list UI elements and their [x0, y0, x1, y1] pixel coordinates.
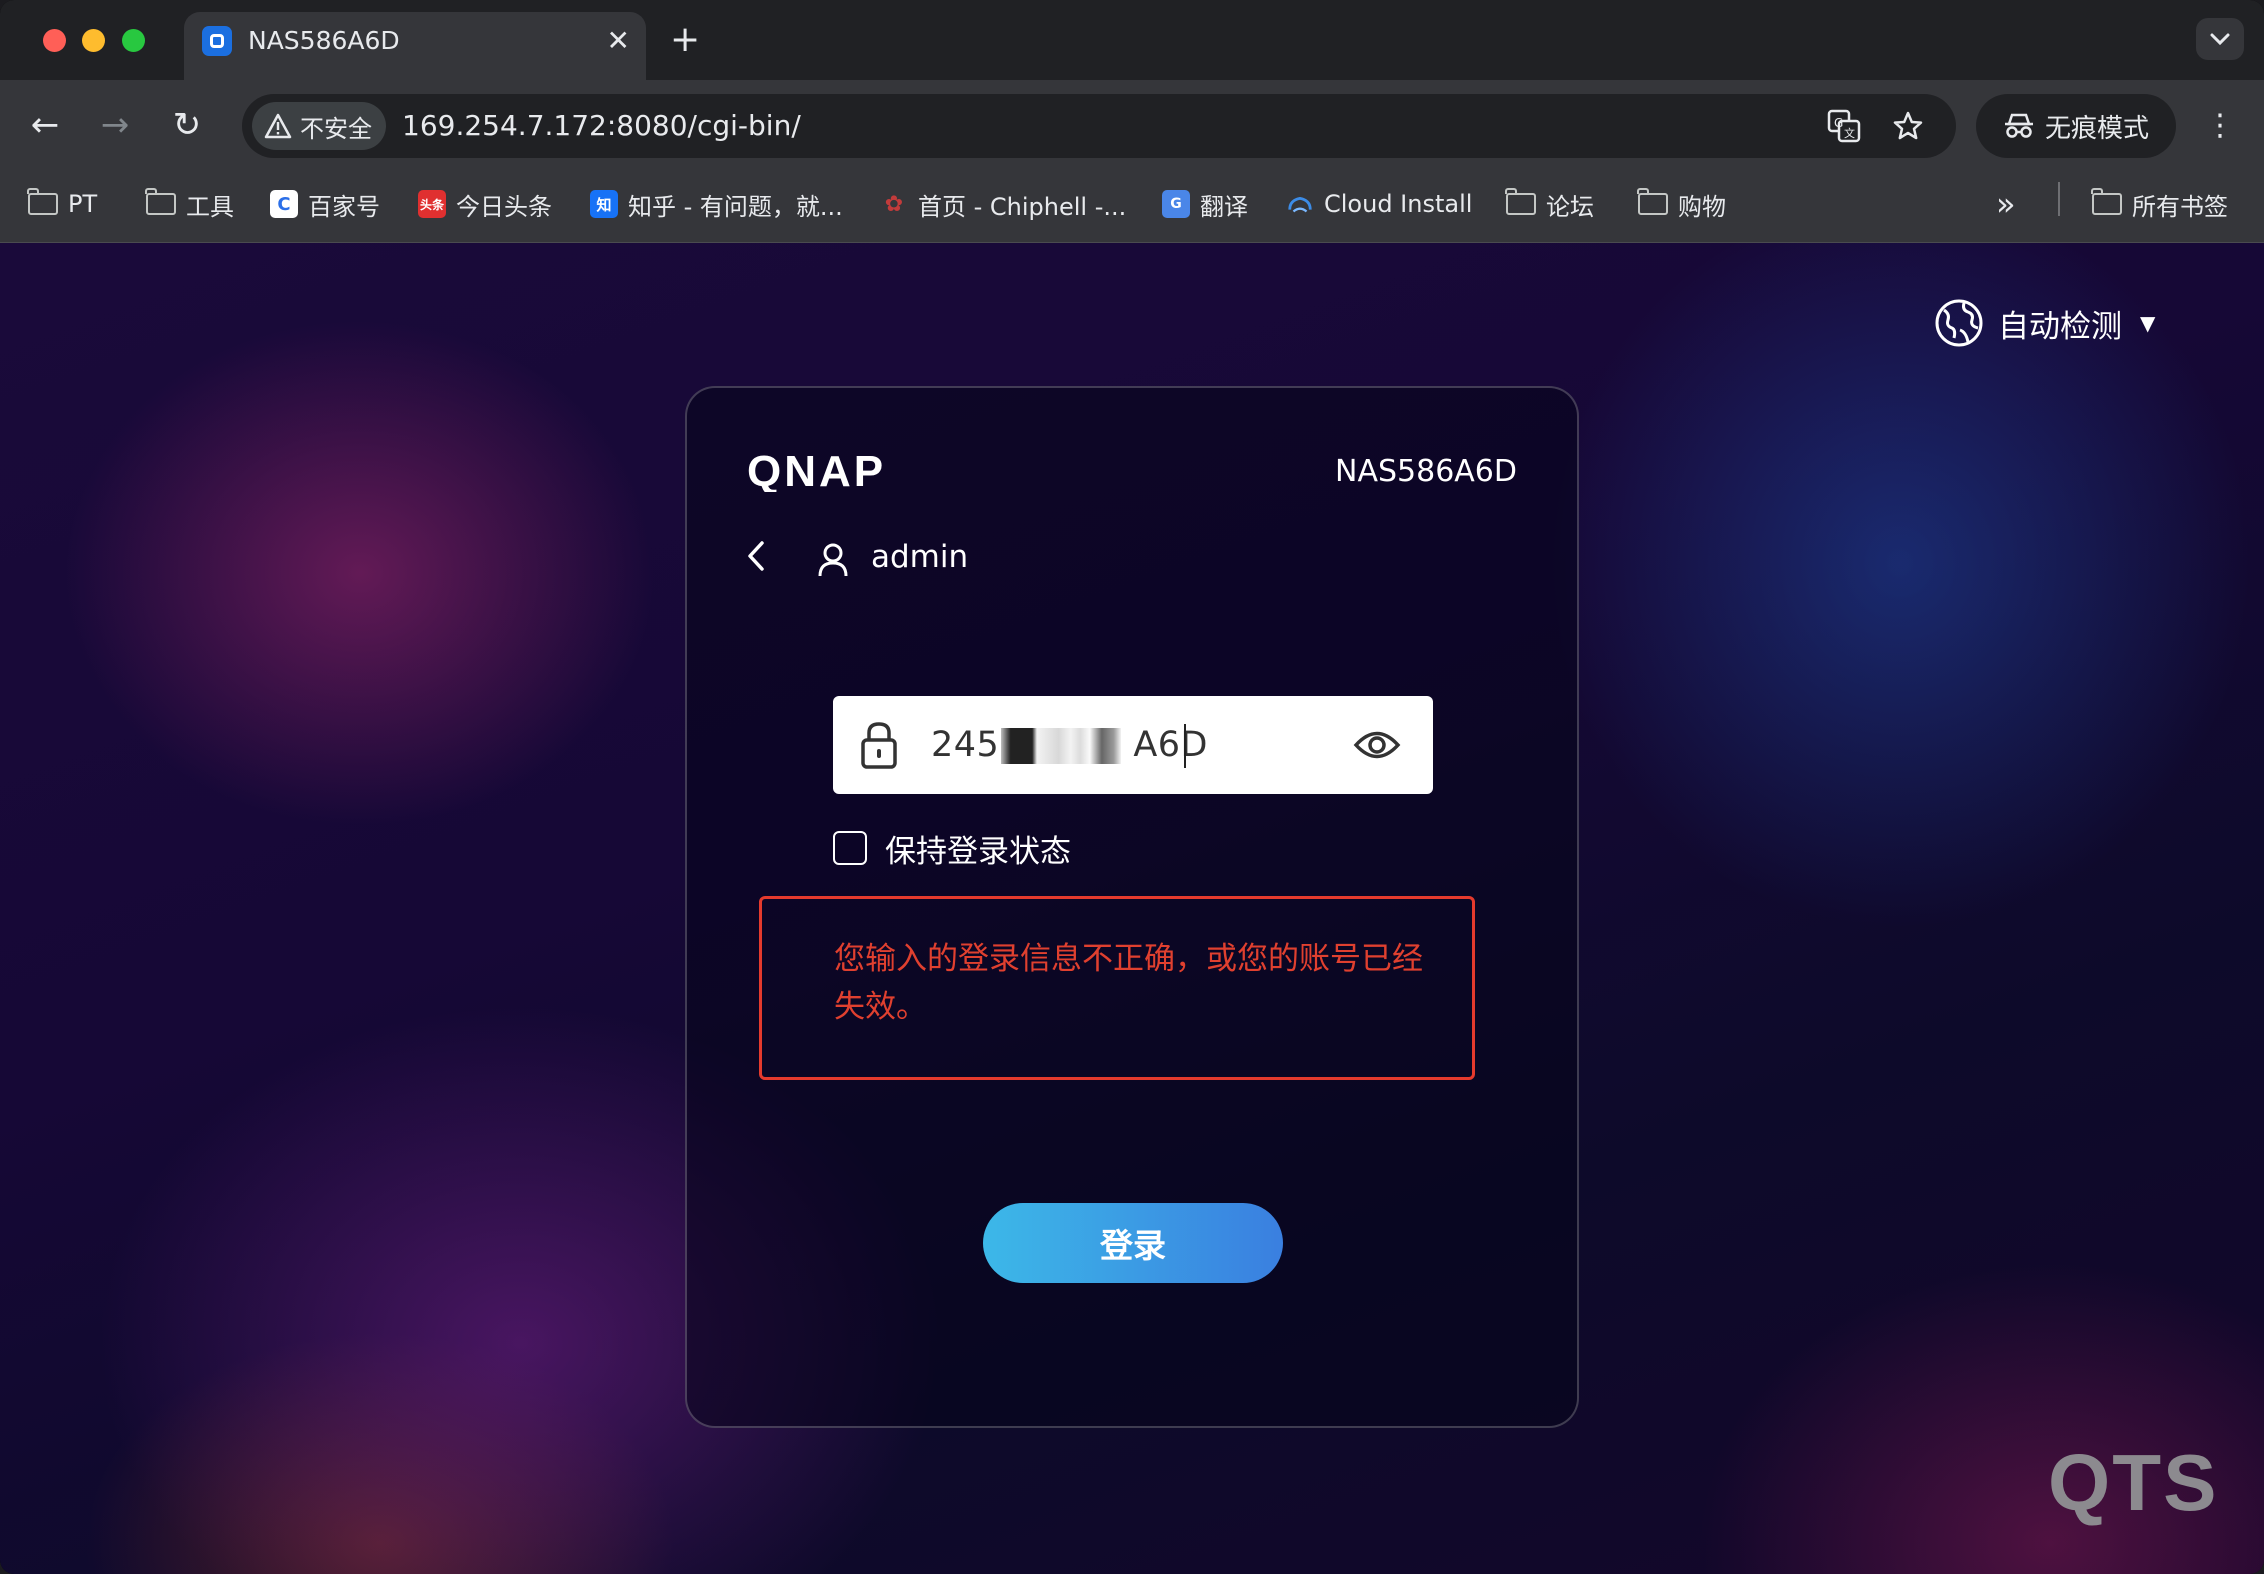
security-label: 不安全 — [300, 114, 372, 143]
warning-icon — [264, 113, 292, 139]
remember-label: 保持登录状态 — [885, 833, 1071, 870]
chiphell-favicon: ✿ — [884, 191, 904, 217]
bookmark-forum[interactable]: 论坛 — [1505, 182, 1594, 226]
bookmark-translate[interactable]: G 翻译 — [1162, 182, 1248, 226]
browser-toolbar: ← → ↻ 不安全 169.254.7.172:8080/cgi-bin/ G … — [0, 80, 2264, 170]
bookmark-label: 知乎 - 有问题，就... — [628, 192, 843, 221]
device-name: NAS586A6D — [1335, 454, 1517, 489]
login-card: QNAP NAS586A6D admin 245 A6D 保持登录状态 您输入的… — [685, 386, 1579, 1428]
star-icon — [1893, 111, 1923, 140]
back-button[interactable]: ← — [22, 102, 68, 148]
bookmark-pt[interactable]: PT — [27, 182, 98, 226]
toutiao-favicon: 头条 — [418, 190, 446, 218]
translate-favicon: G — [1162, 190, 1190, 218]
bookmark-label: 百家号 — [308, 192, 380, 221]
bookmark-shopping[interactable]: 购物 — [1637, 182, 1726, 226]
close-window-button[interactable] — [43, 29, 66, 52]
tab-title: NAS586A6D — [248, 26, 400, 55]
security-indicator[interactable]: 不安全 — [252, 102, 386, 150]
baijiahao-favicon: C — [270, 190, 298, 218]
qnap-logo: QNAP — [747, 450, 886, 492]
browser-window: NAS586A6D ✕ + ← → ↻ 不安全 169.254.7.172:80… — [0, 0, 2264, 1574]
eye-icon[interactable] — [1353, 726, 1401, 764]
svg-text:G: G — [1834, 116, 1843, 130]
bookmark-baijiahao[interactable]: C 百家号 — [270, 182, 380, 226]
bookmark-label: 工具 — [186, 192, 234, 221]
language-selector[interactable]: 自动检测 ▼ — [1934, 293, 2155, 353]
language-label: 自动检测 — [1998, 308, 2122, 345]
login-button[interactable]: 登录 — [983, 1203, 1283, 1283]
tab-strip: NAS586A6D ✕ + — [0, 0, 2264, 80]
bookmark-label: 今日头条 — [456, 192, 552, 221]
error-message-box: 您输入的登录信息不正确，或您的账号已经失效。 — [759, 896, 1475, 1080]
bookmark-label: 论坛 — [1546, 192, 1594, 221]
password-redaction-mask — [1001, 728, 1121, 764]
minimize-window-button[interactable] — [82, 29, 105, 52]
bookmarks-divider — [2058, 182, 2060, 216]
folder-icon — [145, 188, 176, 215]
all-bookmarks-button[interactable]: 所有书签 — [2091, 182, 2228, 226]
bookmark-chiphell[interactable]: ✿ 首页 - Chiphell -... — [880, 182, 1127, 226]
folder-icon — [1637, 188, 1668, 215]
globe-icon — [1935, 299, 1983, 347]
tab-nas[interactable]: NAS586A6D ✕ — [184, 12, 646, 80]
qnap-favicon — [202, 26, 232, 56]
bookmark-zhihu[interactable]: 知 知乎 - 有问题，就... — [590, 182, 843, 226]
bookmark-label: 首页 - Chiphell -... — [918, 192, 1127, 221]
caret-down-icon: ▼ — [2140, 311, 2156, 335]
zoom-window-button[interactable] — [122, 29, 145, 52]
qts-watermark: QTS — [2048, 1438, 2219, 1527]
remember-login[interactable]: 保持登录状态 — [833, 826, 1071, 870]
bookmark-tools[interactable]: 工具 — [145, 182, 234, 226]
all-bookmarks-label: 所有书签 — [2132, 192, 2228, 221]
tab-search-button[interactable] — [2196, 18, 2244, 60]
chevron-left-icon — [748, 541, 764, 571]
password-end: A6D — [1133, 725, 1208, 765]
folder-icon — [2091, 188, 2122, 215]
bookmark-cloud-install[interactable]: Cloud Install — [1286, 182, 1472, 226]
translate-icon[interactable]: G 文 — [1824, 106, 1864, 146]
url-text[interactable]: 169.254.7.172:8080/cgi-bin/ — [402, 108, 801, 144]
bookmark-label: 翻译 — [1200, 192, 1248, 221]
password-start: 245 — [931, 725, 1000, 765]
tab-close-icon[interactable]: ✕ — [607, 24, 630, 58]
user-icon — [818, 543, 848, 577]
address-bar[interactable]: 不安全 169.254.7.172:8080/cgi-bin/ G 文 — [242, 94, 1956, 158]
forward-button[interactable]: → — [92, 102, 138, 148]
bookmarks-bar: PT 工具 C 百家号 头条 今日头条 知 知乎 - 有问题，就... ✿ 首页… — [0, 170, 2264, 243]
lock-icon — [861, 722, 897, 769]
text-cursor — [1184, 724, 1186, 768]
login-page: 自动检测 ▼ QNAP NAS586A6D admin 245 A6D 保持登录… — [0, 243, 2264, 1574]
incognito-label: 无痕模式 — [2044, 113, 2149, 144]
password-field[interactable]: 245 A6D — [833, 696, 1433, 794]
bookmark-label: PT — [68, 190, 98, 218]
folder-icon — [27, 188, 58, 215]
translate-glyph: G 文 — [1827, 109, 1861, 143]
incognito-indicator[interactable]: 无痕模式 — [1976, 94, 2176, 158]
remember-checkbox[interactable] — [833, 831, 867, 865]
bookmarks-overflow-button[interactable]: » — [1996, 182, 2016, 226]
bookmark-label: 购物 — [1678, 192, 1726, 221]
logo-text: QNAP — [747, 450, 886, 492]
chevron-down-icon — [2210, 33, 2230, 46]
error-message: 您输入的登录信息不正确，或您的账号已经失效。 — [834, 941, 1423, 1025]
back-to-user-button[interactable] — [745, 536, 775, 576]
folder-icon — [1505, 188, 1536, 215]
bookmark-star-icon[interactable] — [1888, 106, 1928, 146]
reload-button[interactable]: ↻ — [164, 102, 210, 148]
svg-text:文: 文 — [1844, 126, 1855, 140]
incognito-icon — [2004, 113, 2033, 138]
browser-menu-button[interactable]: ⋮ — [2200, 102, 2240, 148]
bookmark-label: Cloud Install — [1324, 190, 1473, 218]
username-label: admin — [871, 539, 969, 575]
cloud-favicon — [1288, 196, 1312, 213]
bookmark-toutiao[interactable]: 头条 今日头条 — [418, 182, 552, 226]
zhihu-favicon: 知 — [590, 190, 618, 218]
new-tab-button[interactable]: + — [670, 18, 700, 62]
